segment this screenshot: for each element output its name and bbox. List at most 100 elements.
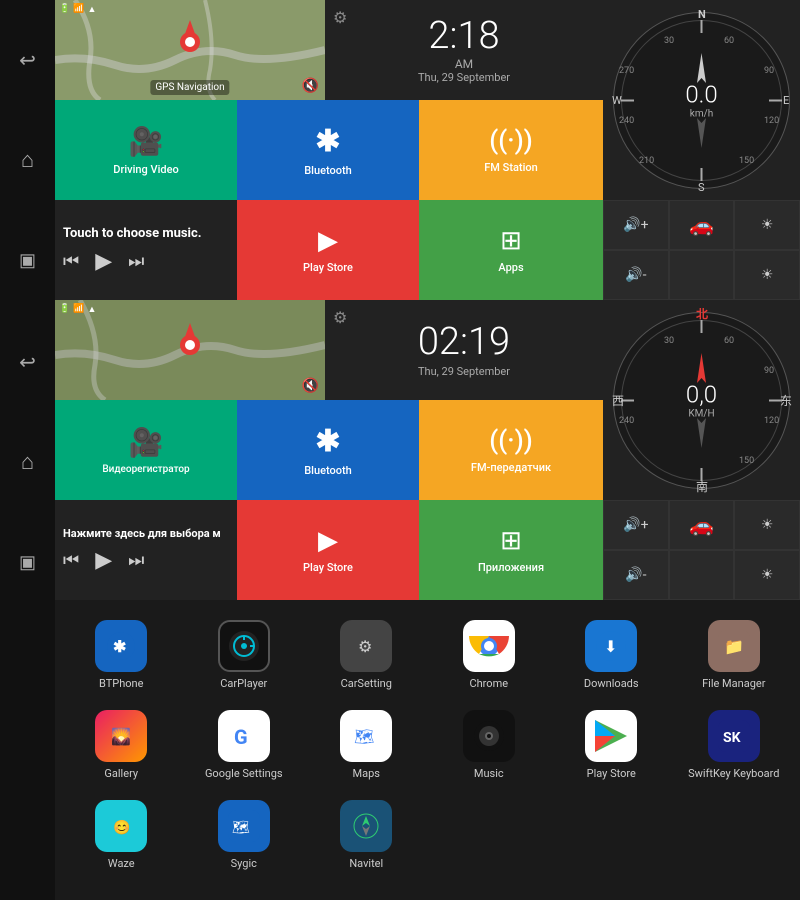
fm-station-icon: ((·))	[489, 126, 533, 156]
app-filemanager[interactable]: 📁 File Manager	[678, 615, 791, 695]
vol-up-2[interactable]: 🔊+	[603, 500, 669, 550]
app-waze[interactable]: 😊 Waze	[65, 795, 178, 875]
music-tile-1[interactable]: Touch to choose music. ⏮ ▶ ⏭	[55, 200, 237, 300]
app-googlesettings[interactable]: G Google Settings	[188, 705, 301, 785]
apps-tile-2[interactable]: ⊞ Приложения	[419, 500, 603, 600]
app-carsetting[interactable]: ⚙ CarSetting	[310, 615, 423, 695]
speedometer-2: 北 南 西 东 30 60 90 120 150 240	[603, 300, 800, 500]
app-carplayer[interactable]: CarPlayer	[188, 615, 301, 695]
filemanager-icon: 📁	[708, 620, 760, 672]
svg-text:🗺: 🗺	[232, 820, 250, 836]
car-btn-1b	[669, 250, 735, 300]
video-reg-icon: 🎥	[129, 426, 164, 459]
app-navitel[interactable]: Navitel	[310, 795, 423, 875]
apps-tile-1[interactable]: ⊞ Apps	[419, 200, 603, 300]
apps-label-2: Приложения	[478, 561, 544, 574]
vol-down-2[interactable]: 🔊-	[603, 550, 669, 600]
app-btphone[interactable]: ✱ BTPhone	[65, 615, 178, 695]
bright-up-2[interactable]: ☀	[734, 500, 800, 550]
car-btn-2[interactable]: 🚗	[669, 500, 735, 550]
app-swiftkey[interactable]: SK SwiftKey Keyboard	[678, 705, 791, 785]
music-text-1: Touch to choose music.	[63, 226, 229, 241]
home-button-2[interactable]: ⌂	[0, 412, 55, 512]
back-button-2[interactable]: ↩	[0, 312, 55, 412]
bright-up-1[interactable]: ☀	[734, 200, 800, 250]
back-button-1[interactable]: ↩	[0, 10, 55, 110]
next-btn-2[interactable]: ⏭	[128, 550, 144, 571]
play-store-tile-1[interactable]: ▶ Play Store	[237, 200, 419, 300]
svg-text:W: W	[612, 94, 622, 107]
music-icon	[463, 710, 515, 762]
navitel-icon	[340, 800, 392, 852]
clock-date-2: Thu, 29 September	[418, 365, 510, 378]
play-btn-2[interactable]: ▶	[95, 548, 112, 573]
music-tile-2[interactable]: Нажмите здесь для выбора м ⏮ ▶ ⏭	[55, 500, 237, 600]
svg-text:🌄: 🌄	[111, 727, 131, 746]
clock-ampm-1: AM	[418, 57, 510, 71]
sidebar: ↩ ⌂ ▣ ↩ ⌂ ▣	[0, 0, 55, 900]
recent-button-2[interactable]: ▣	[0, 512, 55, 612]
driving-video-label: Driving Video	[113, 163, 178, 176]
bluetooth-tile-1[interactable]: ✱ Bluetooth	[237, 100, 419, 200]
driving-video-icon: 🎥	[129, 125, 164, 158]
play-store-label-2: Play Store	[303, 561, 353, 574]
settings-gear-2[interactable]: ⚙	[333, 308, 347, 327]
play-store-icon-1: ▶	[318, 226, 338, 256]
fm-transmitter-icon: ((·))	[489, 426, 533, 456]
btphone-icon: ✱	[95, 620, 147, 672]
fm-transmitter-tile[interactable]: ((·)) FM-передатчик	[419, 400, 603, 500]
controls-grid-1: 🔊+ 🚗 ☀ 🔊- ☀	[603, 200, 800, 300]
app-maps[interactable]: 🗺 Maps	[310, 705, 423, 785]
map-tile-2[interactable]: 🔋📶▲ 🔇	[55, 300, 325, 400]
svg-text:G: G	[234, 725, 248, 749]
bluetooth-tile-2[interactable]: ✱ Bluetooth	[237, 400, 419, 500]
play-btn-1[interactable]: ▶	[95, 249, 112, 274]
sygic-label: Sygic	[231, 857, 257, 870]
car-btn-1[interactable]: 🚗	[669, 200, 735, 250]
app-grid: ✱ BTPhone CarPlayer ⚙	[65, 615, 790, 875]
prev-btn-2[interactable]: ⏮	[63, 550, 79, 571]
btphone-label: BTPhone	[99, 677, 143, 690]
driving-video-tile[interactable]: 🎥 Driving Video	[55, 100, 237, 200]
app-gallery[interactable]: 🌄 Gallery	[65, 705, 178, 785]
fm-station-tile[interactable]: ((·)) FM Station	[419, 100, 603, 200]
carplayer-icon	[218, 620, 270, 672]
home-button-1[interactable]: ⌂	[0, 110, 55, 210]
play-store-icon-2: ▶	[318, 526, 338, 556]
svg-text:S: S	[698, 181, 705, 193]
app-music[interactable]: Music	[433, 705, 546, 785]
downloads-label: Downloads	[584, 677, 639, 690]
bright-down-1[interactable]: ☀	[734, 250, 800, 300]
carplayer-label: CarPlayer	[220, 677, 267, 690]
svg-text:🗺: 🗺	[354, 727, 374, 746]
row-1-mid: 🎥 Driving Video ✱ Bluetooth ((·)) FM Sta…	[55, 100, 603, 200]
app-playstore[interactable]: Play Store	[555, 705, 668, 785]
next-btn-1[interactable]: ⏭	[128, 251, 144, 272]
chrome-icon	[463, 620, 515, 672]
svg-text:270: 270	[619, 66, 634, 76]
svg-text:东: 东	[780, 394, 792, 408]
right-panel-2: 北 南 西 东 30 60 90 120 150 240	[603, 300, 800, 600]
app-downloads[interactable]: ⬇ Downloads	[555, 615, 668, 695]
vol-down-1[interactable]: 🔊-	[603, 250, 669, 300]
play-store-tile-2[interactable]: ▶ Play Store	[237, 500, 419, 600]
recent-button-1[interactable]: ▣	[0, 210, 55, 310]
prev-btn-1[interactable]: ⏮	[63, 251, 79, 272]
row-2-top: 🔋📶▲ 🔇 ⚙ 02:19 Thu, 29 September	[55, 300, 603, 400]
apps-icon-2: ⊞	[500, 526, 522, 556]
bluetooth-label-2: Bluetooth	[304, 464, 352, 477]
speedometer-1: N S W E 30 60 90 120 150 210 240 270	[603, 0, 800, 200]
bright-down-2[interactable]: ☀	[734, 550, 800, 600]
svg-text:120: 120	[764, 416, 779, 426]
map-tile-1[interactable]: GPS Navigation 🔋📶▲ 🔇	[55, 0, 325, 100]
chrome-label: Chrome	[469, 677, 508, 690]
video-reg-tile[interactable]: 🎥 Видеорегистратор	[55, 400, 237, 500]
vol-up-1[interactable]: 🔊+	[603, 200, 669, 250]
filemanager-label: File Manager	[702, 677, 765, 690]
svg-text:150: 150	[739, 156, 754, 166]
fm-station-label: FM Station	[484, 161, 538, 174]
app-chrome[interactable]: Chrome	[433, 615, 546, 695]
settings-gear-1[interactable]: ⚙	[333, 8, 347, 27]
navitel-label: Navitel	[349, 857, 383, 870]
app-sygic[interactable]: 🗺 Sygic	[188, 795, 301, 875]
